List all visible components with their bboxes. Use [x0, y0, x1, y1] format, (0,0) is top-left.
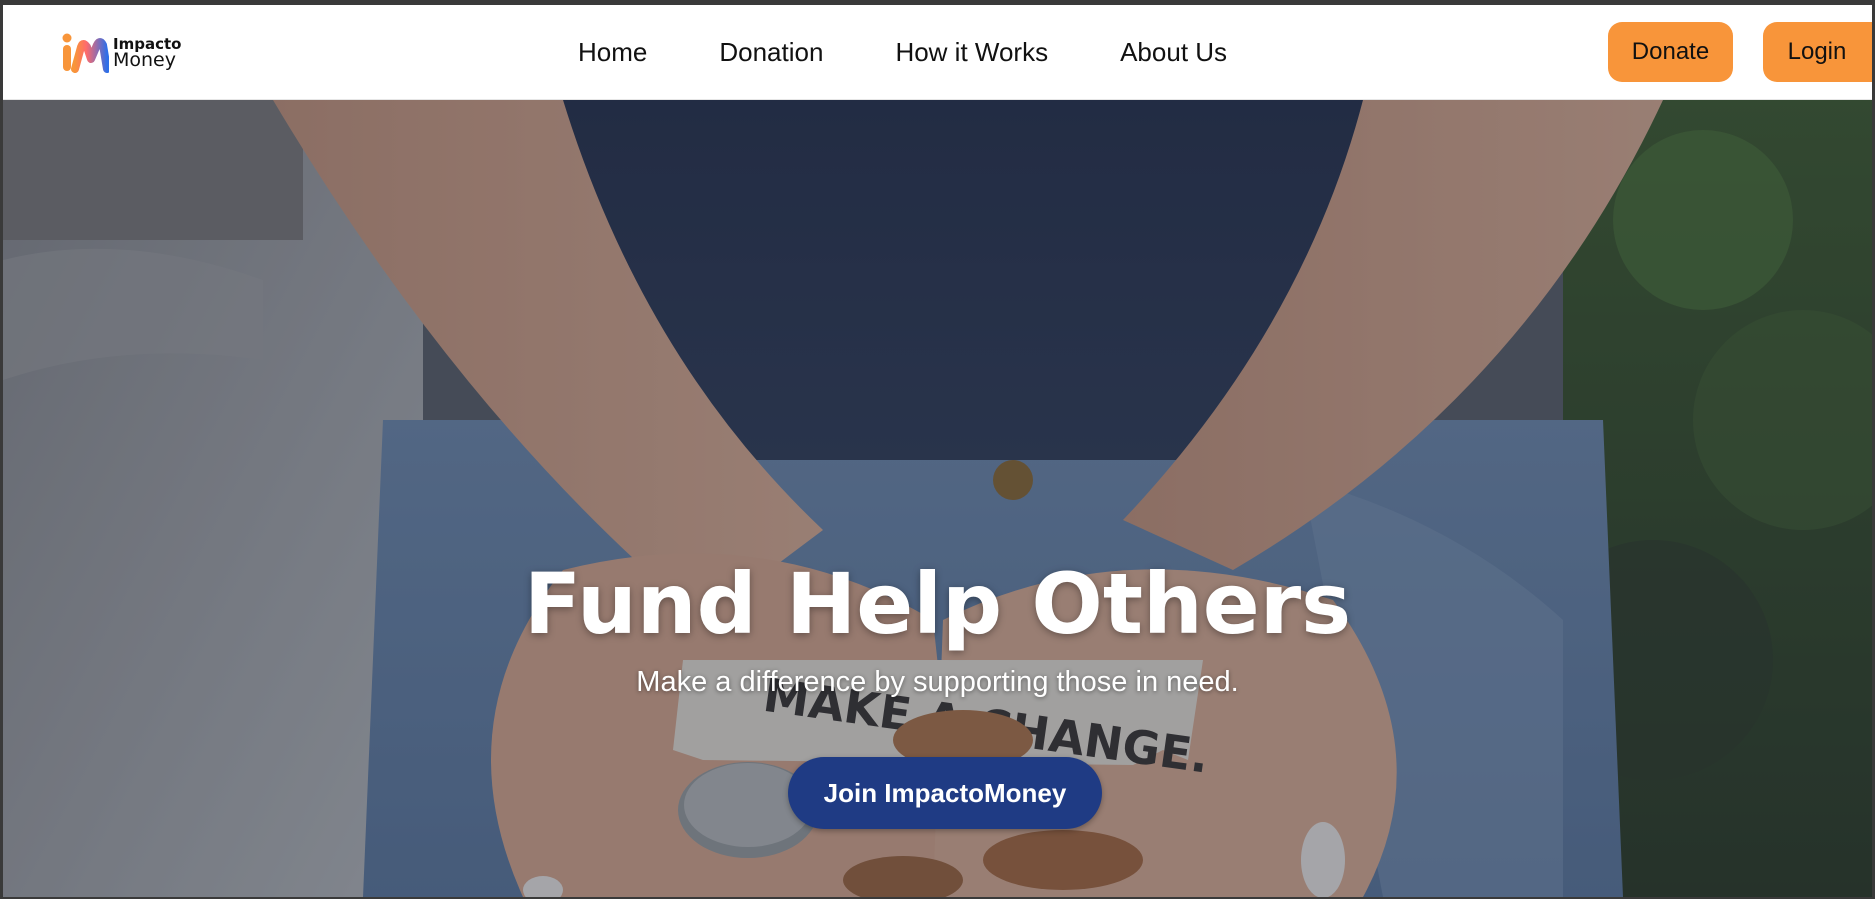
hero-title: Fund Help Others	[523, 555, 1352, 653]
main-nav: Home Donation How it Works About Us	[578, 5, 1227, 99]
hero-subtitle: Make a difference by supporting those in…	[636, 666, 1239, 698]
impacto-logo-icon	[62, 33, 109, 73]
hero-section: MAKE A CHANGE. Fund Help Others Make a d…	[3, 100, 1872, 897]
login-button[interactable]: Login	[1763, 22, 1872, 82]
logo-text-bottom: Money	[113, 48, 176, 71]
nav-link-home[interactable]: Home	[578, 37, 647, 68]
donate-button[interactable]: Donate	[1608, 22, 1733, 82]
navbar: Impacto Money Home Donation How it Works…	[3, 5, 1872, 100]
join-impactomoney-button[interactable]: Join ImpactoMoney	[788, 757, 1102, 829]
logo-text: Impacto Money	[113, 36, 181, 71]
browser-viewport: Impacto Money Home Donation How it Works…	[3, 5, 1872, 897]
nav-link-donation[interactable]: Donation	[719, 37, 823, 68]
nav-link-how-it-works[interactable]: How it Works	[895, 37, 1048, 68]
logo[interactable]: Impacto Money	[61, 33, 181, 73]
nav-link-about-us[interactable]: About Us	[1120, 37, 1227, 68]
